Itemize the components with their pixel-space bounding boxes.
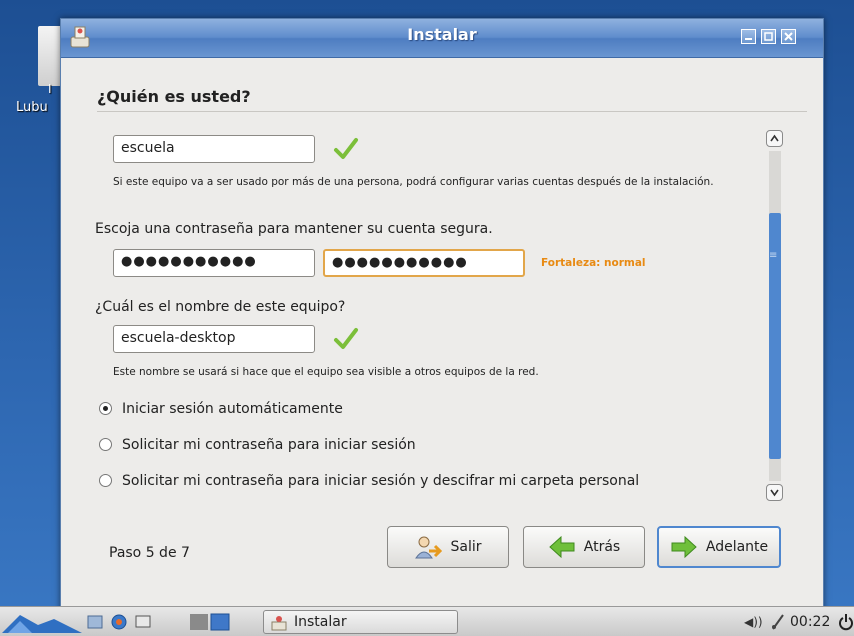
installer-task-icon <box>271 616 287 631</box>
radio-label: Solicitar mi contraseña para iniciar ses… <box>122 437 416 453</box>
radio-auto-login[interactable]: Iniciar sesión automáticamente <box>99 401 343 417</box>
taskbar-item-instalar[interactable]: Instalar <box>263 610 458 634</box>
start-menu-icon[interactable] <box>2 611 82 633</box>
quit-button[interactable]: Salir <box>387 526 509 568</box>
arrow-right-icon <box>671 535 697 559</box>
password-prompt: Escoja una contraseña para mantener su c… <box>95 221 493 237</box>
window-titlebar[interactable]: Instalar <box>61 19 823 58</box>
power-icon[interactable] <box>838 612 854 632</box>
minimize-icon <box>745 38 752 40</box>
chevron-up-icon <box>770 134 779 142</box>
scroll-grip-icon: ≡ <box>769 250 778 261</box>
file-manager-icon[interactable] <box>86 613 104 631</box>
taskbar-item-label: Instalar <box>294 614 347 630</box>
browser-icon[interactable] <box>110 613 128 631</box>
desktop-icon-label-short: I <box>48 82 52 96</box>
radio-label: Solicitar mi contraseña para iniciar ses… <box>122 473 640 489</box>
forward-button[interactable]: Adelante <box>657 526 781 568</box>
password-input[interactable]: ●●●●●●●●●●● <box>113 249 315 277</box>
desktop-installer-icon[interactable] <box>38 26 62 86</box>
window-title: Instalar <box>407 25 477 44</box>
maximize-icon <box>764 32 773 41</box>
maximize-button[interactable] <box>761 29 776 44</box>
username-note: Si este equipo va a ser usado por más de… <box>113 176 714 188</box>
terminal-icon[interactable] <box>134 613 152 631</box>
scroll-up-button[interactable] <box>766 130 783 147</box>
radio-label: Iniciar sesión automáticamente <box>122 401 343 417</box>
password-confirm-input[interactable]: ●●●●●●●●●●● <box>323 249 525 277</box>
hostname-note: Este nombre se usará si hace que el equi… <box>113 366 539 378</box>
forward-button-label: Adelante <box>705 539 769 555</box>
hostname-input[interactable]: escuela-desktop <box>113 325 315 353</box>
back-button-label: Atrás <box>583 539 621 555</box>
workspace-switcher-icon[interactable] <box>190 613 230 631</box>
quit-button-label: Salir <box>450 539 482 555</box>
arrow-left-icon <box>549 535 575 559</box>
radio-button[interactable] <box>99 474 112 487</box>
close-button[interactable] <box>781 29 796 44</box>
radio-button-checked[interactable] <box>99 402 112 415</box>
username-valid-check-icon <box>334 138 358 159</box>
back-button[interactable]: Atrás <box>523 526 645 568</box>
step-indicator: Paso 5 de 7 <box>109 545 190 561</box>
chevron-down-icon <box>770 489 779 497</box>
heading-divider <box>97 111 807 112</box>
radio-button[interactable] <box>99 438 112 451</box>
volume-icon[interactable]: ◀)) <box>744 615 763 629</box>
network-icon[interactable] <box>770 613 786 631</box>
form-scrollbar[interactable]: ≡ <box>765 127 785 507</box>
hostname-prompt: ¿Cuál es el nombre de este equipo? <box>95 299 346 315</box>
taskbar: Instalar ◀)) 00:22 <box>0 606 854 636</box>
minimize-button[interactable] <box>741 29 756 44</box>
password-strength-label: Fortaleza: normal <box>541 257 646 269</box>
radio-ask-password-decrypt[interactable]: Solicitar mi contraseña para iniciar ses… <box>99 473 639 489</box>
installer-window: Instalar ¿Quién es usted? escuela Si est… <box>60 18 824 614</box>
clock[interactable]: 00:22 <box>790 614 830 630</box>
username-input[interactable]: escuela <box>113 135 315 163</box>
radio-ask-password[interactable]: Solicitar mi contraseña para iniciar ses… <box>99 437 416 453</box>
quit-user-icon <box>415 536 443 559</box>
close-icon <box>784 32 793 41</box>
hostname-valid-check-icon <box>334 328 358 349</box>
desktop-icon-label: Lubu <box>16 100 48 115</box>
form-scroll-area: escuela Si este equipo va a ser usado po… <box>95 127 765 507</box>
scroll-down-button[interactable] <box>766 484 783 501</box>
page-title: ¿Quién es usted? <box>97 87 251 106</box>
